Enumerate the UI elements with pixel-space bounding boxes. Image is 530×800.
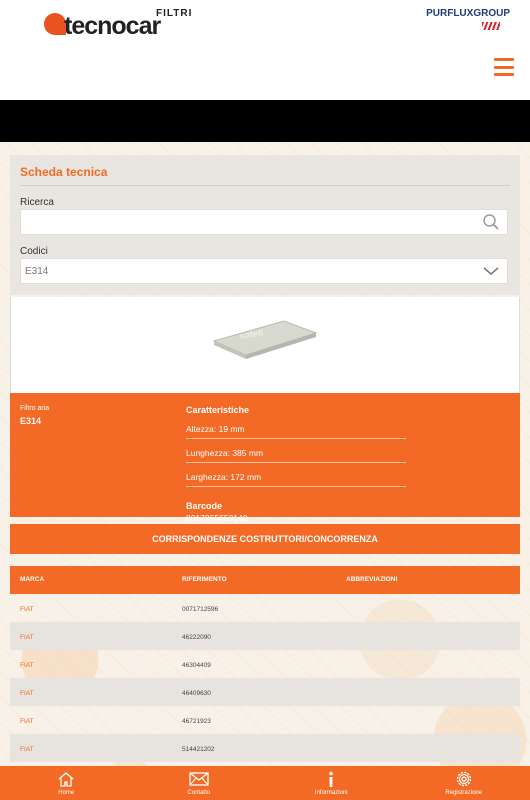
search-icon[interactable] [479,212,503,232]
search-field[interactable] [20,209,508,235]
row-marca: FIAT [20,662,34,669]
table-header: MARCA RIFERIMENTO ABBREVIAZIONI [10,566,520,594]
tecnocar-logo[interactable]: FILTRI tecnocar [44,8,191,40]
search-input[interactable] [25,216,479,228]
row-riferimento: 46304409 [182,662,211,669]
row-riferimento: 0071712596 [182,606,219,613]
row-marca: FIAT [20,634,34,641]
row-riferimento: 46721923 [182,718,211,725]
product-image-box: sofefi [10,297,520,393]
spec-width: Larghezza: 172 mm [186,472,406,487]
purflux-stripes [482,22,500,30]
panel-title: Scheda tecnica [20,165,108,179]
tab-contatto[interactable]: Contatto [133,766,266,800]
barcode-value: 8017265653140 [186,513,248,523]
row-marca: FIAT [20,606,34,613]
title-bar [0,100,530,142]
logo-brand-text: tecnocar [64,12,161,40]
tab-informazioni[interactable]: Informazioni [265,766,398,800]
product-info-box: Filtro aria E314 Caratteristiche Altezza… [10,393,520,523]
logo-filtri-text: FILTRI [156,8,193,19]
mail-icon [189,770,209,788]
technical-sheet-panel: Scheda tecnica Ricerca Codici E314 [10,155,520,295]
col-header-marca: MARCA [20,576,45,583]
matches-table: MARCA RIFERIMENTO ABBREVIAZIONI FIAT 007… [10,566,520,762]
chevron-down-icon[interactable] [479,261,503,281]
product-category: Filtro aria [20,405,50,412]
table-row[interactable]: FIAT 46721923 [10,706,520,734]
gear-icon [455,770,473,788]
tab-home-label: Home [58,790,75,796]
spec-length: Lunghezza: 385 mm [186,448,406,463]
table-row[interactable]: FIAT 46304409 [10,650,520,678]
purflux-group-logo: PURFLUXGROUP [426,8,510,19]
tab-home[interactable]: Home [0,766,133,800]
home-icon [57,770,75,788]
codes-label: Codici [20,246,48,257]
table-row[interactable]: FIAT 514421202 [10,734,520,762]
row-marca: FIAT [20,718,34,725]
specs-heading: Caratteristiche [186,405,250,415]
spec-height: Altezza: 19 mm [186,424,406,439]
tab-informazioni-label: Informazioni [314,790,348,796]
barcode-heading: Barcode [186,501,223,511]
row-riferimento: 46222090 [182,634,211,641]
row-riferimento: 514421202 [182,746,215,753]
col-header-riferimento: RIFERIMENTO [182,576,227,583]
product-code: E314 [20,416,42,426]
bottom-tab-bar: Home Contatto Informazioni Registrazione [0,766,530,800]
tab-registrazione[interactable]: Registrazione [398,766,530,800]
row-marca: FIAT [20,690,34,697]
row-riferimento: 46409630 [182,690,211,697]
info-icon [326,770,336,788]
cabin-filter-image: sofefi [212,320,318,359]
logo-mark [44,13,66,35]
panel-divider [20,185,510,186]
table-row[interactable]: FIAT 46409630 [10,678,520,706]
codes-select[interactable]: E314 [20,258,508,284]
manufacturer-matches-button[interactable]: CORRISPONDENZE COSTRUTTORI/CONCORRENZA [10,524,520,554]
search-label: Ricerca [20,197,54,208]
codes-selected-value: E314 [25,265,49,277]
row-marca: FIAT [20,746,34,753]
col-header-abbreviazioni: ABBREVIAZIONI [346,576,398,583]
hamburger-menu-icon[interactable] [494,58,514,76]
table-row[interactable]: FIAT 46222090 [10,622,520,650]
tab-registrazione-label: Registrazione [445,790,483,796]
app-header: FILTRI tecnocar PURFLUXGROUP [0,0,530,100]
table-row[interactable]: FIAT 0071712596 [10,594,520,622]
tab-contatto-label: Contatto [187,790,211,796]
